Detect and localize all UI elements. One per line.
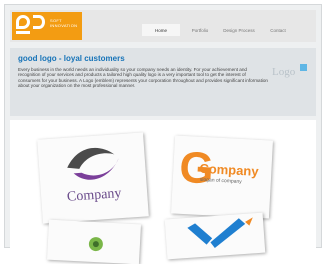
- side-logo-text: Logo: [272, 66, 296, 78]
- logo-wordmark: SOFT INNOVATION: [50, 18, 78, 28]
- blue-check-icon: [187, 217, 253, 249]
- main-nav: Home Portfolio Design Process Contact: [142, 24, 297, 36]
- logo-sample-card-green[interactable]: [47, 219, 141, 264]
- green-leaf-icon: [88, 237, 103, 252]
- logo-mark-left: [16, 15, 30, 29]
- nav-contact[interactable]: Contact: [259, 24, 297, 36]
- logo-sample-card-company[interactable]: Company: [37, 132, 149, 224]
- swoosh-logo-icon: [67, 147, 119, 180]
- site-header: SOFT INNOVATION Home Portfolio Design Pr…: [10, 10, 316, 42]
- logo-mark-bar: [16, 31, 30, 34]
- intro-title: good logo - loyal customers: [18, 54, 125, 63]
- logo-sample-card-blue[interactable]: [164, 212, 266, 260]
- card-g-company-text: Company: [199, 160, 259, 179]
- intro-text: Every business in the world needs an ind…: [18, 67, 268, 88]
- nav-home[interactable]: Home: [142, 24, 180, 36]
- side-logo-graphic: Logo: [272, 64, 307, 80]
- site-logo[interactable]: SOFT INNOVATION: [12, 12, 82, 40]
- side-logo-square-icon: [300, 64, 307, 71]
- logo-sample-card-g-company[interactable]: G Company slogan of company: [171, 135, 273, 219]
- nav-portfolio[interactable]: Portfolio: [181, 24, 219, 36]
- logo-showcase: Company G Company slogan of company: [10, 120, 316, 264]
- nav-design-process[interactable]: Design Process: [220, 24, 258, 36]
- intro-section: good logo - loyal customers Every busine…: [10, 48, 316, 116]
- logo-mark-right: [33, 15, 45, 29]
